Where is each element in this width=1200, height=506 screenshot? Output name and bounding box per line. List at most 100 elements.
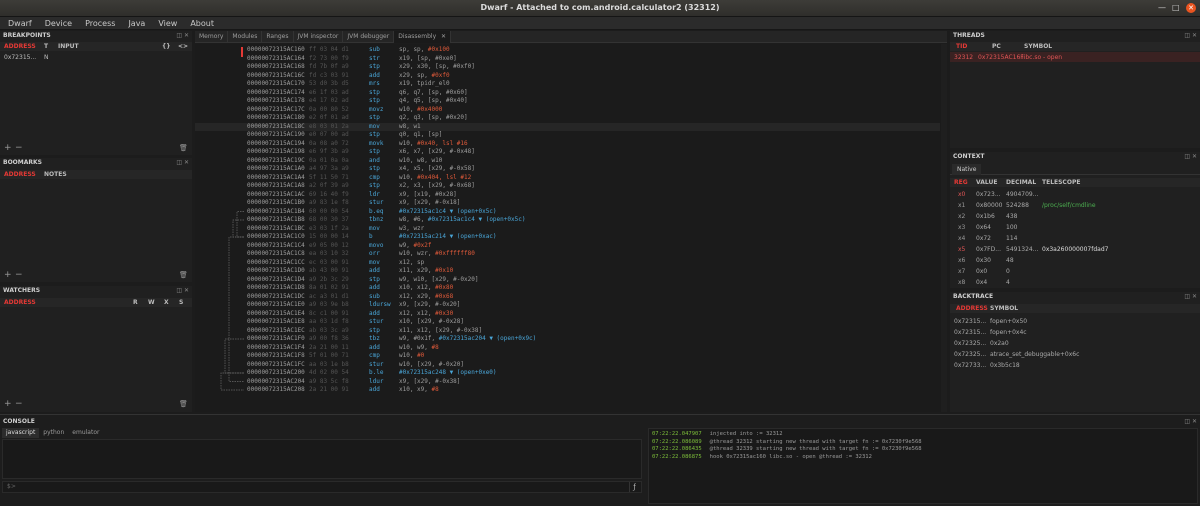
backtrace-row[interactable]: 0x72325... 0x2a0 bbox=[950, 338, 1200, 349]
disasm-line[interactable]: 00000072315AC1A0 a4 97 3a a9 stp x4, x5, [x… bbox=[195, 165, 940, 174]
register-row[interactable]: x1 0x80000 524288/proc/self/cmdline bbox=[950, 200, 1200, 211]
disasm-line[interactable]: 00000072315AC1F0 a9 00 f8 36 tbz w9, #0x1f,… bbox=[195, 335, 940, 344]
register-row[interactable]: x5 0x7FD... 5491324... 0x3a260000007fdad7 bbox=[950, 244, 1200, 255]
disasm-line[interactable]: 00000072315AC16C fd c3 03 91 add x29, sp, #… bbox=[195, 72, 940, 81]
disasm-branch-target[interactable]: #0x72315ac1c4 ▼ (open+0x5c) bbox=[399, 208, 497, 215]
disasm-address[interactable]: 00000072315AC1E4 bbox=[247, 310, 305, 319]
remove-watcher-button[interactable]: − bbox=[15, 400, 23, 409]
backtrace-row[interactable]: 0x72315... fopen+0x50 bbox=[950, 316, 1200, 327]
disasm-line[interactable]: 00000072315AC1C8 ea 03 10 32 orr w10, wzr, … bbox=[195, 250, 940, 259]
disasm-line[interactable]: 00000072315AC17C 0a 00 80 52 movz w10, #0x4… bbox=[195, 106, 940, 115]
disassembly-view[interactable]: 00000072315AC160 ff 03 04 d1 sub sp, sp, #0… bbox=[195, 44, 947, 412]
thread-row[interactable]: 32312 0x72315AC16F libc.so - open bbox=[950, 52, 1200, 62]
disasm-line[interactable]: 00000072315AC178 e4 17 02 ad stp q4, q5, [s… bbox=[195, 97, 940, 106]
add-watcher-button[interactable]: + bbox=[4, 400, 12, 409]
trash-icon[interactable]: 🗑 bbox=[179, 271, 188, 280]
breakpoint-row-address[interactable]: 0x72315... bbox=[4, 54, 36, 61]
disasm-address[interactable]: 00000072315AC1CC bbox=[247, 259, 305, 268]
disasm-branch-target[interactable]: #0x72315ac204 ▼ (open+0x9c) bbox=[439, 335, 537, 342]
tab-modules[interactable]: Modules bbox=[228, 31, 263, 43]
disasm-line[interactable]: 00000072315AC170 53 d0 3b d5 mrs x19, tpidr… bbox=[195, 80, 940, 89]
disasm-line[interactable]: 00000072315AC1FC aa 03 1e b8 stur w10, [x29… bbox=[195, 361, 940, 370]
disasm-address[interactable]: 00000072315AC160 bbox=[247, 46, 305, 55]
disasm-line[interactable]: 00000072315AC1DC ac a3 01 d1 sub x12, x29, … bbox=[195, 293, 940, 302]
trash-icon[interactable]: 🗑 bbox=[179, 144, 188, 153]
disasm-address[interactable]: 00000072315AC200 bbox=[247, 369, 305, 378]
disasm-line[interactable]: 00000072315AC1A8 a2 0f 39 a9 stp x2, x3, [x… bbox=[195, 182, 940, 191]
disasm-address[interactable]: 00000072315AC19C bbox=[247, 157, 305, 166]
disasm-address[interactable]: 00000072315AC208 bbox=[247, 386, 305, 395]
disasm-line[interactable]: 00000072315AC1D4 a9 2b 3c 29 stp w9, w10, [… bbox=[195, 276, 940, 285]
menu-device[interactable]: Device bbox=[37, 17, 77, 30]
register-row[interactable]: x3 0x64 100 bbox=[950, 222, 1200, 233]
register-row[interactable]: x8 0x4 4 bbox=[950, 277, 1200, 288]
tab-javascript[interactable]: javascript bbox=[2, 428, 40, 438]
remove-bookmark-button[interactable]: − bbox=[15, 271, 23, 280]
disasm-line[interactable]: 00000072315AC164 f2 73 00 f9 str x19, [sp, … bbox=[195, 55, 940, 64]
disasm-address[interactable]: 00000072315AC164 bbox=[247, 55, 305, 64]
disasm-address[interactable]: 00000072315AC1D8 bbox=[247, 284, 305, 293]
col-read[interactable]: R bbox=[133, 298, 138, 307]
register-row[interactable]: x0 0x723... 4904709... bbox=[950, 189, 1200, 200]
minimize-icon[interactable]: — bbox=[1158, 3, 1166, 12]
disasm-line[interactable]: 00000072315AC1D8 8a 01 02 91 add x10, x12, … bbox=[195, 284, 940, 293]
register-value[interactable]: 0x7FD... bbox=[976, 246, 1001, 253]
disasm-address[interactable]: 00000072315AC18C bbox=[247, 123, 305, 132]
col-value[interactable]: VALUE bbox=[976, 178, 997, 187]
col-address[interactable]: ADDRESS bbox=[956, 304, 988, 313]
disasm-line[interactable]: 00000072315AC1B4 60 00 00 54 b.eq #0x72315a… bbox=[195, 208, 940, 217]
col-pc[interactable]: PC bbox=[992, 42, 1001, 51]
disasm-line[interactable]: 00000072315AC190 e0 07 00 ad stp q0, q1, [s… bbox=[195, 131, 940, 140]
menu-process[interactable]: Process bbox=[77, 17, 120, 30]
backtrace-row[interactable]: 0x72325... atrace_set_debuggable+0x6c bbox=[950, 349, 1200, 360]
panel-undock-icon[interactable]: ◫ ✕ bbox=[172, 158, 192, 167]
register-value[interactable]: 0x80000 bbox=[976, 202, 1002, 209]
col-write[interactable]: W bbox=[148, 298, 155, 307]
disasm-address[interactable]: 00000072315AC1C0 bbox=[247, 233, 305, 242]
backtrace-row[interactable]: 0x72733... 0x3b5c18 bbox=[950, 360, 1200, 371]
disasm-line[interactable]: 00000072315AC194 0a 08 a0 72 movk w10, #0x4… bbox=[195, 140, 940, 149]
disasm-address[interactable]: 00000072315AC194 bbox=[247, 140, 305, 149]
disasm-branch-target[interactable]: #0x72315ac1c4 ▼ (open+0x5c) bbox=[428, 216, 526, 223]
disasm-address[interactable]: 00000072315AC1A4 bbox=[247, 174, 305, 183]
remove-breakpoint-button[interactable]: − bbox=[15, 144, 23, 153]
disasm-line[interactable]: 00000072315AC1AC 69 16 40 f9 ldr x9, [x19, … bbox=[195, 191, 940, 200]
add-breakpoint-button[interactable]: + bbox=[4, 144, 12, 153]
disasm-address[interactable]: 00000072315AC1A0 bbox=[247, 165, 305, 174]
disasm-address[interactable]: 00000072315AC174 bbox=[247, 89, 305, 98]
disasm-line[interactable]: 00000072315AC200 4d 02 00 54 b.le #0x72315a… bbox=[195, 369, 940, 378]
trash-icon[interactable]: 🗑 bbox=[179, 400, 188, 409]
disasm-line[interactable]: 00000072315AC198 e6 9f 3b a9 stp x6, x7, [x… bbox=[195, 148, 940, 157]
disassembly-scrollbar[interactable] bbox=[941, 44, 947, 412]
disasm-address[interactable]: 00000072315AC1B8 bbox=[247, 216, 305, 225]
tab-memory[interactable]: Memory bbox=[195, 31, 229, 43]
add-bookmark-button[interactable]: + bbox=[4, 271, 12, 280]
disasm-address[interactable]: 00000072315AC180 bbox=[247, 114, 305, 123]
disasm-line[interactable]: 00000072315AC1E4 8c c1 00 91 add x12, x12, … bbox=[195, 310, 940, 319]
register-value[interactable]: 0x4 bbox=[976, 279, 987, 286]
disasm-address[interactable]: 00000072315AC1E0 bbox=[247, 301, 305, 310]
register-value[interactable]: 0x64 bbox=[976, 224, 991, 231]
disasm-branch-target[interactable]: #0x72315ac214 ▼ (open+0xac) bbox=[399, 233, 497, 240]
disasm-address[interactable]: 00000072315AC17C bbox=[247, 106, 305, 115]
col-decimal[interactable]: DECIMAL bbox=[1006, 178, 1036, 187]
backtrace-address[interactable]: 0x72325... bbox=[954, 351, 986, 358]
tab-disassembly[interactable]: Disassembly ✕ bbox=[394, 31, 452, 43]
panel-undock-icon[interactable]: ◫ ✕ bbox=[172, 286, 192, 295]
disasm-address[interactable]: 00000072315AC170 bbox=[247, 80, 305, 89]
disasm-address[interactable]: 00000072315AC1C8 bbox=[247, 250, 305, 259]
disasm-address[interactable]: 00000072315AC1AC bbox=[247, 191, 305, 200]
register-value[interactable]: 0x72 bbox=[976, 235, 991, 242]
disasm-address[interactable]: 00000072315AC178 bbox=[247, 97, 305, 106]
tab-native[interactable]: Native bbox=[952, 164, 982, 175]
disasm-address[interactable]: 00000072315AC168 bbox=[247, 63, 305, 72]
disasm-address[interactable]: 00000072315AC1A8 bbox=[247, 182, 305, 191]
disasm-line[interactable]: 00000072315AC174 e6 1f 03 ad stp q6, q7, [s… bbox=[195, 89, 940, 98]
col-s[interactable]: S bbox=[179, 298, 183, 307]
js-output-area[interactable] bbox=[2, 439, 642, 479]
panel-undock-icon[interactable]: ◫ ✕ bbox=[1180, 417, 1200, 426]
col-address[interactable]: ADDRESS bbox=[4, 170, 36, 179]
disasm-address[interactable]: 00000072315AC1C4 bbox=[247, 242, 305, 251]
backtrace-address[interactable]: 0x72733... bbox=[954, 362, 986, 369]
panel-undock-icon[interactable]: ◫ ✕ bbox=[1180, 292, 1200, 301]
